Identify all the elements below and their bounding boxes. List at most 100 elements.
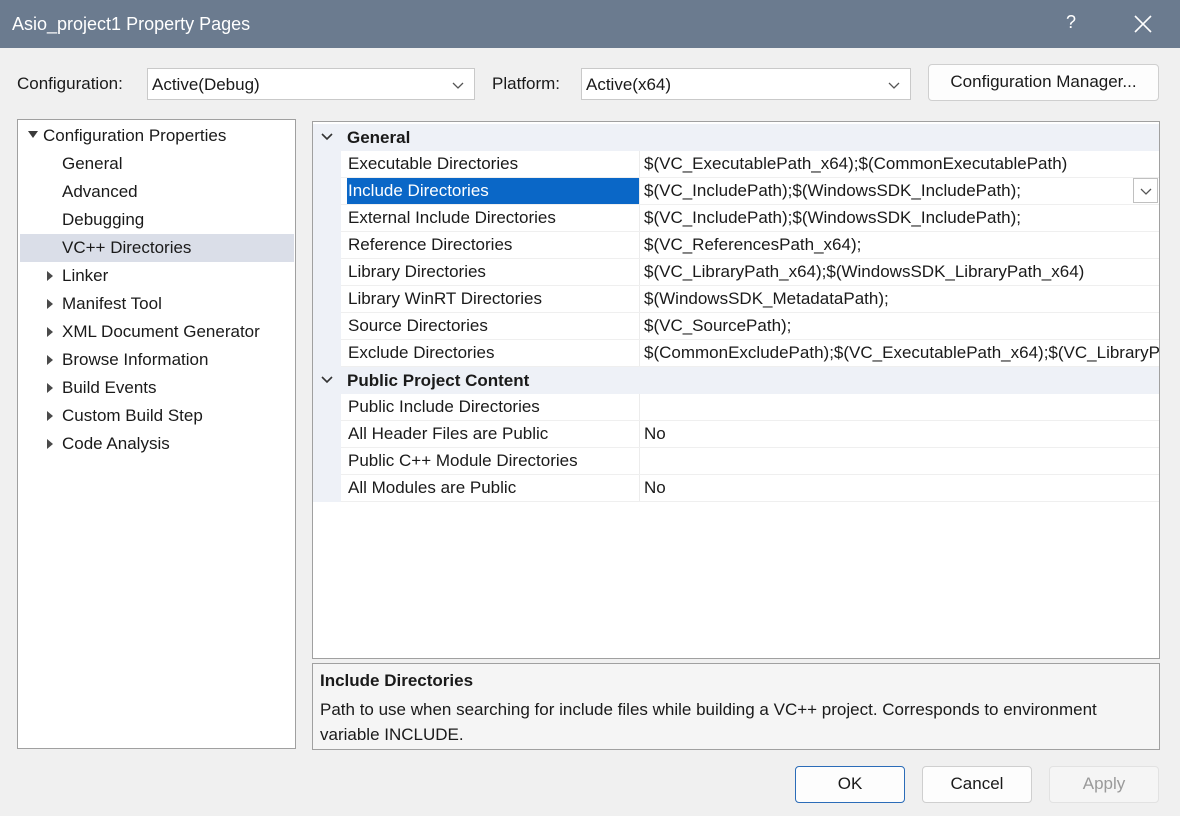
collapse-chevron-icon[interactable] xyxy=(321,375,333,385)
title-bar: Asio_project1 Property Pages ? xyxy=(0,0,1180,48)
property-tree: Configuration Properties General Advance… xyxy=(17,119,296,749)
property-row[interactable]: All Header Files are Public No xyxy=(313,421,1159,448)
expand-down-icon[interactable] xyxy=(28,131,38,138)
row-gutter xyxy=(313,448,341,475)
column-divider xyxy=(639,178,640,204)
property-row-selected[interactable]: Include Directories $(VC_IncludePath);$(… xyxy=(313,178,1159,205)
configuration-value: Active(Debug) xyxy=(152,75,260,94)
expand-right-icon[interactable] xyxy=(47,439,53,449)
property-name[interactable]: Library Directories xyxy=(347,259,640,285)
tree-item-label: Code Analysis xyxy=(62,434,170,453)
property-row[interactable]: All Modules are Public No xyxy=(313,475,1159,502)
tree-item-label: Custom Build Step xyxy=(62,406,203,425)
property-value[interactable]: $(VC_ExecutablePath_x64);$(CommonExecuta… xyxy=(644,151,1159,177)
tree-item-general[interactable]: General xyxy=(18,150,295,178)
property-value[interactable]: $(CommonExcludePath);$(VC_ExecutablePath… xyxy=(644,340,1159,366)
property-name[interactable]: Source Directories xyxy=(347,313,640,339)
category-label: Public Project Content xyxy=(347,371,530,390)
property-name[interactable]: Reference Directories xyxy=(347,232,640,258)
tree-item-browse-information[interactable]: Browse Information xyxy=(18,346,295,374)
apply-label: Apply xyxy=(1082,774,1126,793)
property-name[interactable]: Executable Directories xyxy=(347,151,640,177)
chevron-down-icon xyxy=(1140,188,1152,195)
apply-button[interactable]: Apply xyxy=(1049,766,1159,803)
property-value[interactable]: $(VC_SourcePath); xyxy=(644,313,1159,339)
configuration-dropdown[interactable]: Active(Debug) xyxy=(147,68,475,100)
cancel-button[interactable]: Cancel xyxy=(922,766,1032,803)
tree-item-linker[interactable]: Linker xyxy=(18,262,295,290)
category-general[interactable]: General xyxy=(313,124,1159,151)
property-row[interactable]: External Include Directories $(VC_Includ… xyxy=(313,205,1159,232)
close-icon[interactable] xyxy=(1133,14,1153,34)
property-row[interactable]: Source Directories $(VC_SourcePath); xyxy=(313,313,1159,340)
expand-right-icon[interactable] xyxy=(47,327,53,337)
tree-item-label: Linker xyxy=(62,266,109,285)
property-value[interactable]: $(VC_LibraryPath_x64);$(WindowsSDK_Libra… xyxy=(644,259,1159,285)
column-divider xyxy=(639,421,640,447)
row-gutter xyxy=(313,151,341,178)
tree-item-manifest-tool[interactable]: Manifest Tool xyxy=(18,290,295,318)
column-divider xyxy=(639,340,640,366)
row-gutter xyxy=(313,421,341,448)
tree-item-build-events[interactable]: Build Events xyxy=(18,374,295,402)
property-row[interactable]: Executable Directories $(VC_ExecutablePa… xyxy=(313,151,1159,178)
configuration-manager-label: Configuration Manager... xyxy=(950,72,1137,91)
property-name[interactable]: Public Include Directories xyxy=(347,394,640,420)
tree-item-code-analysis[interactable]: Code Analysis xyxy=(18,430,295,458)
cancel-label: Cancel xyxy=(950,774,1004,793)
property-value[interactable]: $(VC_IncludePath);$(WindowsSDK_IncludePa… xyxy=(644,205,1159,231)
tree-item-label: VC++ Directories xyxy=(62,238,192,257)
property-name[interactable]: External Include Directories xyxy=(347,205,640,231)
description-panel: Include Directories Path to use when sea… xyxy=(312,663,1160,750)
tree-item-custom-build-step[interactable]: Custom Build Step xyxy=(18,402,295,430)
chevron-down-icon xyxy=(452,82,464,89)
row-gutter xyxy=(313,286,341,313)
value-dropdown-button[interactable] xyxy=(1133,178,1158,203)
expand-right-icon[interactable] xyxy=(47,355,53,365)
platform-dropdown[interactable]: Active(x64) xyxy=(581,68,911,100)
property-row[interactable]: Library Directories $(VC_LibraryPath_x64… xyxy=(313,259,1159,286)
column-divider xyxy=(639,259,640,285)
description-body: Path to use when searching for include f… xyxy=(320,700,1097,744)
row-gutter xyxy=(313,313,341,340)
expand-right-icon[interactable] xyxy=(47,411,53,421)
property-value[interactable]: No xyxy=(644,475,1159,501)
ok-label: OK xyxy=(837,774,863,793)
tree-root-configuration-properties[interactable]: Configuration Properties xyxy=(18,122,295,150)
property-row[interactable]: Library WinRT Directories $(WindowsSDK_M… xyxy=(313,286,1159,313)
property-name[interactable]: Library WinRT Directories xyxy=(347,286,640,312)
expand-right-icon[interactable] xyxy=(47,299,53,309)
collapse-chevron-icon[interactable] xyxy=(321,132,333,142)
expand-right-icon[interactable] xyxy=(47,383,53,393)
help-button[interactable]: ? xyxy=(1066,12,1076,33)
property-row[interactable]: Public Include Directories xyxy=(313,394,1159,421)
tree-item-label: Debugging xyxy=(62,210,145,229)
property-value[interactable]: $(WindowsSDK_MetadataPath); xyxy=(644,286,1159,312)
expand-right-icon[interactable] xyxy=(47,271,53,281)
property-value[interactable] xyxy=(644,394,1159,420)
tree-item-xml-document-generator[interactable]: XML Document Generator xyxy=(18,318,295,346)
ok-button[interactable]: OK xyxy=(795,766,905,803)
property-name[interactable]: All Modules are Public xyxy=(347,475,640,501)
tree-item-label: General xyxy=(62,154,123,173)
tree-item-debugging[interactable]: Debugging xyxy=(18,206,295,234)
category-public-project-content[interactable]: Public Project Content xyxy=(313,367,1159,394)
property-row[interactable]: Exclude Directories $(CommonExcludePath)… xyxy=(313,340,1159,367)
property-name[interactable]: Include Directories xyxy=(347,178,640,204)
tree-item-vc-directories[interactable]: VC++ Directories xyxy=(20,234,294,262)
configuration-manager-button[interactable]: Configuration Manager... xyxy=(928,64,1159,101)
property-grid: General Executable Directories $(VC_Exec… xyxy=(312,121,1160,659)
property-value[interactable]: $(VC_ReferencesPath_x64); xyxy=(644,232,1159,258)
property-name[interactable]: Public C++ Module Directories xyxy=(347,448,640,474)
property-name[interactable]: All Header Files are Public xyxy=(347,421,640,447)
tree-item-advanced[interactable]: Advanced xyxy=(18,178,295,206)
property-value[interactable]: No xyxy=(644,421,1159,447)
property-value[interactable] xyxy=(644,448,1159,474)
column-divider xyxy=(639,205,640,231)
row-gutter xyxy=(313,232,341,259)
property-value[interactable]: $(VC_IncludePath);$(WindowsSDK_IncludePa… xyxy=(644,178,1159,204)
property-row[interactable]: Reference Directories $(VC_ReferencesPat… xyxy=(313,232,1159,259)
property-name[interactable]: Exclude Directories xyxy=(347,340,640,366)
row-gutter xyxy=(313,394,341,421)
property-row[interactable]: Public C++ Module Directories xyxy=(313,448,1159,475)
